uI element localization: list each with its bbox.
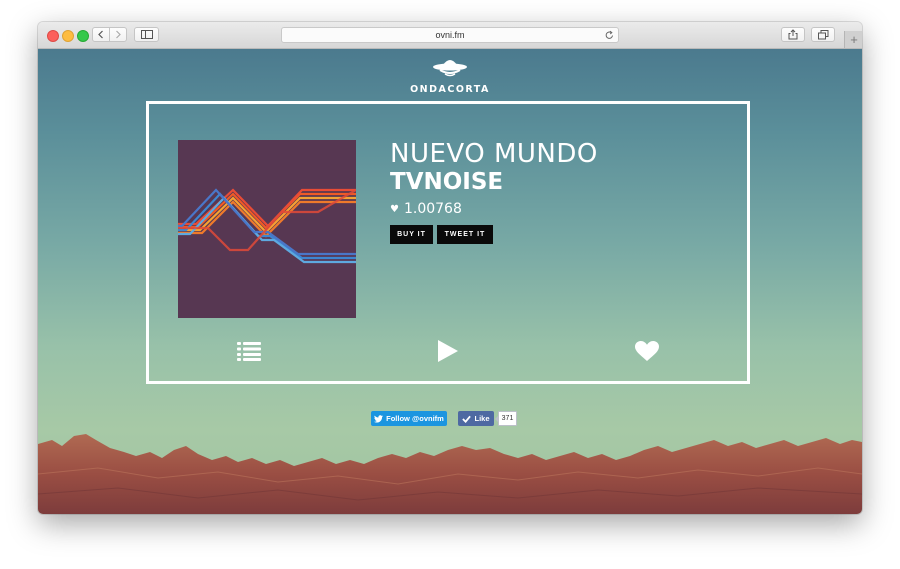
sidebar-icon xyxy=(140,30,153,39)
close-window-button[interactable] xyxy=(47,30,59,42)
ondacorta-logo[interactable]: ONDACORTA xyxy=(410,56,490,95)
browser-toolbar: ovni.fm + xyxy=(38,22,862,49)
chevron-right-icon xyxy=(116,30,121,39)
address-bar[interactable]: ovni.fm xyxy=(281,27,619,43)
facebook-like-count: 371 xyxy=(495,411,517,426)
twitter-follow-label: Follow @ovnifm xyxy=(386,414,444,423)
facebook-like-label: Like xyxy=(474,414,490,423)
reload-icon xyxy=(605,30,613,39)
share-icon xyxy=(788,29,798,40)
tabs-icon xyxy=(817,29,828,39)
reload-button[interactable] xyxy=(605,30,614,42)
brand-name: ONDACORTA xyxy=(410,84,490,95)
minimize-window-button[interactable] xyxy=(62,30,74,42)
mountain-landscape xyxy=(38,434,862,514)
browser-window: ovni.fm + ONDACORTA NUEVO MUNDO TVNOISE … xyxy=(38,22,862,514)
play-button[interactable] xyxy=(435,338,461,364)
track-info: NUEVO MUNDO TVNOISE ♥ 1.00768 BUY IT TWE… xyxy=(390,140,598,244)
new-tab-button[interactable]: + xyxy=(844,31,862,48)
share-button[interactable] xyxy=(781,27,805,42)
twitter-bird-icon xyxy=(374,414,384,423)
heart-icon xyxy=(635,340,659,361)
back-button[interactable] xyxy=(92,27,110,42)
favorite-button[interactable] xyxy=(634,338,660,364)
buy-it-button[interactable]: BUY IT xyxy=(390,225,433,244)
play-icon xyxy=(438,340,458,362)
playlist-button[interactable] xyxy=(236,338,262,364)
album-cover xyxy=(178,140,356,318)
page-content: ONDACORTA NUEVO MUNDO TVNOISE ♥ 1.00768 … xyxy=(38,49,862,514)
ufo-icon xyxy=(433,60,467,77)
show-tabs-button[interactable] xyxy=(811,27,835,42)
forward-button[interactable] xyxy=(109,27,127,42)
track-actions: BUY IT TWEET IT xyxy=(390,225,598,244)
zoom-window-button[interactable] xyxy=(77,30,89,42)
station-frequency: ♥ 1.00768 xyxy=(390,201,598,217)
frequency-value: 1.00768 xyxy=(403,201,462,217)
facebook-like-button[interactable]: Like xyxy=(458,411,494,426)
player-controls xyxy=(149,338,747,364)
track-artist: TVNOISE xyxy=(390,169,504,195)
chevron-left-icon xyxy=(98,30,103,39)
heart-icon: ♥ xyxy=(390,203,399,215)
twitter-follow-button[interactable]: Follow @ovnifm xyxy=(371,411,447,426)
url-text: ovni.fm xyxy=(435,30,465,40)
track-title: NUEVO MUNDO xyxy=(390,139,598,169)
plus-icon: + xyxy=(850,32,858,47)
player-card: NUEVO MUNDO TVNOISE ♥ 1.00768 BUY IT TWE… xyxy=(146,101,750,384)
sidebar-toggle-button[interactable] xyxy=(134,27,159,42)
social-buttons: Follow @ovnifm Like 371 xyxy=(38,410,862,426)
tweet-it-button[interactable]: TWEET IT xyxy=(437,225,493,244)
album-art xyxy=(178,188,356,264)
checkmark-icon xyxy=(462,415,472,423)
list-icon xyxy=(237,342,261,361)
